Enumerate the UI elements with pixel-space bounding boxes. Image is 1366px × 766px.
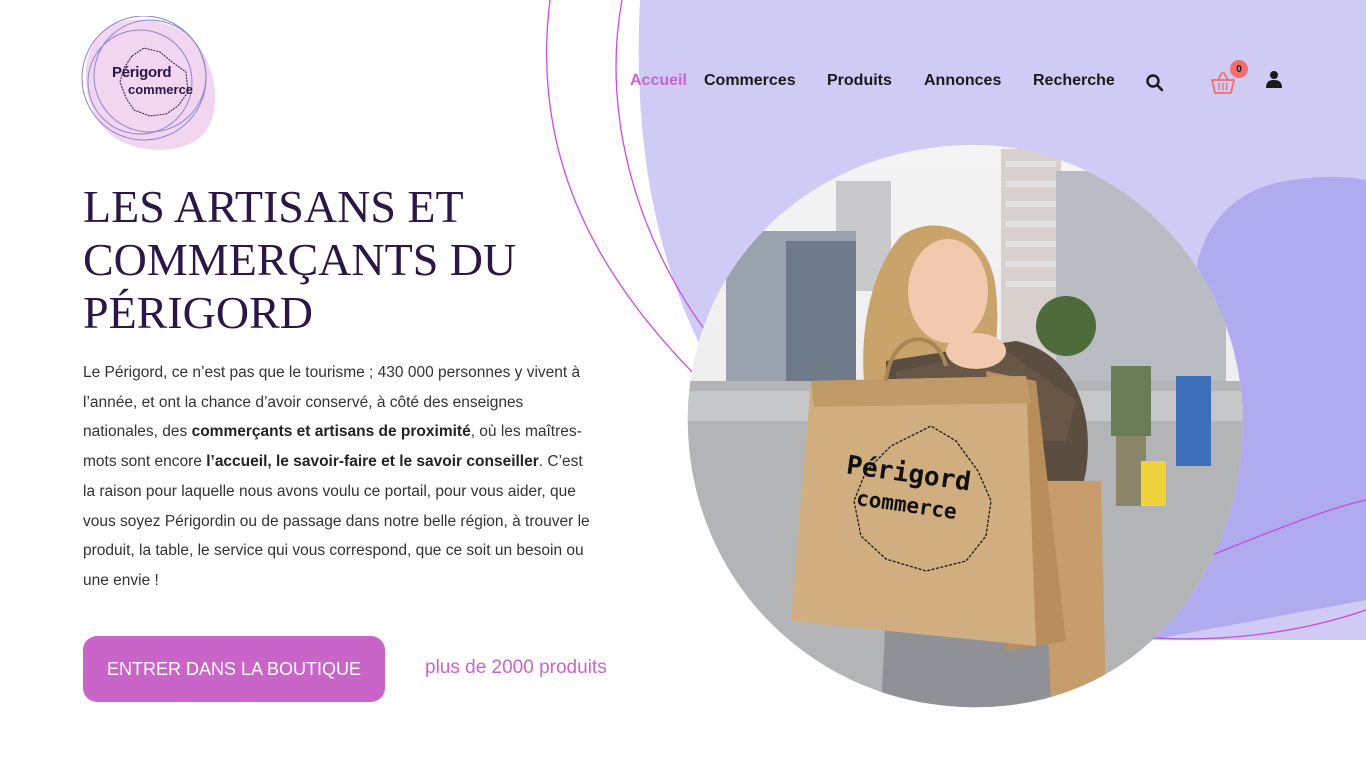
hero-text-bold-2: l’accueil, le savoir-faire et le savoir …	[206, 453, 539, 471]
logo-text-commerce: commerce	[128, 82, 194, 97]
hero-title: LES ARTISANS ET COMMERÇANTS DU PÉRIGORD	[83, 180, 603, 339]
nav-item-commerces[interactable]: Commerces	[704, 72, 796, 90]
logo-text-perigord: Périgord	[112, 64, 172, 81]
product-count-text: plus de 2000 produits	[425, 657, 607, 678]
hero-description: Le Périgord, ce n’est pas que le tourism…	[83, 358, 593, 596]
hero-title-line-1: LES ARTISANS ET	[83, 181, 464, 232]
hero-text-bold-1: commerçants et artisans de proximité	[191, 423, 471, 441]
enter-shop-button[interactable]: ENTRER DANS LA BOUTIQUE	[83, 636, 385, 702]
nav-item-annonces[interactable]: Annonces	[924, 72, 1001, 90]
hero-text-part-3: . C’est la raison pour laquelle nous avo…	[83, 453, 590, 589]
hero-title-line-3: PÉRIGORD	[83, 287, 314, 338]
nav-item-produits[interactable]: Produits	[827, 72, 892, 90]
cart-count-badge: 0	[1230, 60, 1248, 78]
user-icon[interactable]	[1265, 70, 1283, 93]
search-icon[interactable]	[1145, 73, 1165, 98]
nav-item-recherche[interactable]: Recherche	[1033, 72, 1115, 90]
hero-title-line-2: COMMERÇANTS DU	[83, 234, 517, 285]
nav-item-accueil[interactable]: Accueil	[630, 72, 687, 90]
hero-photo: Périgord commerce	[686, 141, 1246, 709]
